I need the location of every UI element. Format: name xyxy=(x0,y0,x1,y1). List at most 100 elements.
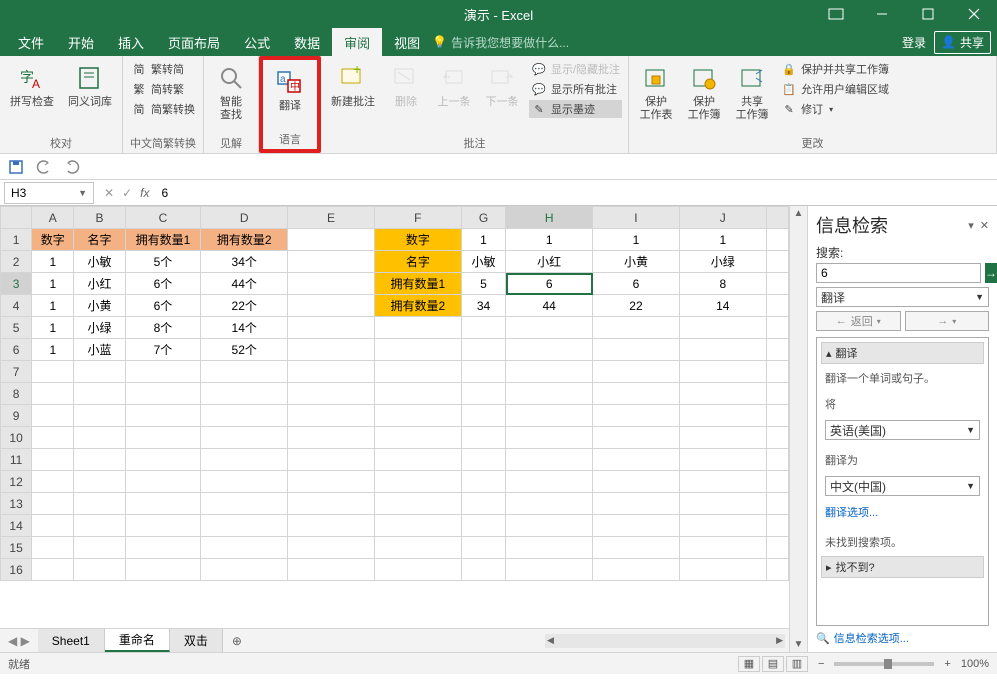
cell-G15[interactable] xyxy=(461,537,506,559)
ribbon-options-icon[interactable] xyxy=(813,0,859,28)
cell-J13[interactable] xyxy=(679,493,766,515)
cell-I3[interactable]: 6 xyxy=(593,273,680,295)
research-options-link[interactable]: 🔍信息检索选项... xyxy=(816,630,989,646)
cell-F1[interactable]: 数字 xyxy=(374,229,461,251)
cell-H11[interactable] xyxy=(506,449,593,471)
cell-H12[interactable] xyxy=(506,471,593,493)
row-header-13[interactable]: 13 xyxy=(1,493,32,515)
cell-F11[interactable] xyxy=(374,449,461,471)
cell-B12[interactable] xyxy=(74,471,125,493)
cell-A9[interactable] xyxy=(32,405,74,427)
cell-A10[interactable] xyxy=(32,427,74,449)
cell-H1[interactable]: 1 xyxy=(506,229,593,251)
cell-F8[interactable] xyxy=(374,383,461,405)
cell-J14[interactable] xyxy=(679,515,766,537)
cell-I4[interactable]: 22 xyxy=(593,295,680,317)
normal-view-button[interactable]: ▦ xyxy=(738,656,760,672)
chevron-down-icon[interactable]: ▼ xyxy=(78,188,87,198)
formula-input[interactable]: 6 xyxy=(155,186,997,200)
translate-options-link[interactable]: 翻译选项... xyxy=(821,504,984,520)
cell-B16[interactable] xyxy=(74,559,125,581)
cell-G1[interactable]: 1 xyxy=(461,229,506,251)
pane-menu-icon[interactable]: ▾ xyxy=(968,219,974,232)
cell-C7[interactable] xyxy=(125,361,201,383)
cell-D10[interactable] xyxy=(201,427,288,449)
row-header-15[interactable]: 15 xyxy=(1,537,32,559)
column-header-I[interactable]: I xyxy=(593,207,680,229)
cell-H8[interactable] xyxy=(506,383,593,405)
cell-G6[interactable] xyxy=(461,339,506,361)
cell-C13[interactable] xyxy=(125,493,201,515)
cell-I10[interactable] xyxy=(593,427,680,449)
translate-section-header[interactable]: ▴翻译 xyxy=(821,342,984,364)
cell-E10[interactable] xyxy=(288,427,375,449)
cell-A12[interactable] xyxy=(32,471,74,493)
cell-E15[interactable] xyxy=(288,537,375,559)
sheet-tab-1[interactable]: Sheet1 xyxy=(38,629,105,652)
cell-F15[interactable] xyxy=(374,537,461,559)
to-lang-select[interactable]: 中文(中国)▼ xyxy=(825,476,980,496)
cell-C14[interactable] xyxy=(125,515,201,537)
trad-to-simp-button[interactable]: 繁简转繁 xyxy=(129,80,197,98)
cell-A3[interactable]: 1 xyxy=(32,273,74,295)
row-header-8[interactable]: 8 xyxy=(1,383,32,405)
cell-F9[interactable] xyxy=(374,405,461,427)
tell-me[interactable]: 💡告诉我您想要做什么... xyxy=(432,34,569,51)
cancel-icon[interactable]: ✕ xyxy=(104,186,114,200)
cell-G2[interactable]: 小敏 xyxy=(461,251,506,273)
cell-J8[interactable] xyxy=(679,383,766,405)
allow-edit-button[interactable]: 📋允许用户编辑区域 xyxy=(779,80,891,98)
cell-E7[interactable] xyxy=(288,361,375,383)
cell-G9[interactable] xyxy=(461,405,506,427)
cell-J2[interactable]: 小绿 xyxy=(679,251,766,273)
protect-sheet-button[interactable]: 保护 工作表 xyxy=(635,60,677,124)
cell-C5[interactable]: 8个 xyxy=(125,317,201,339)
cell-D7[interactable] xyxy=(201,361,288,383)
column-header-F[interactable]: F xyxy=(374,207,461,229)
sheet-tab-3[interactable]: 双击 xyxy=(170,629,223,652)
cell-F13[interactable] xyxy=(374,493,461,515)
search-input[interactable] xyxy=(816,263,981,283)
row-header-14[interactable]: 14 xyxy=(1,515,32,537)
share-button[interactable]: 👤共享 xyxy=(934,31,991,54)
cell-C8[interactable] xyxy=(125,383,201,405)
protect-workbook-button[interactable]: 保护 工作簿 xyxy=(683,60,725,124)
forward-button[interactable]: →▾ xyxy=(905,311,990,331)
row-header-16[interactable]: 16 xyxy=(1,559,32,581)
tab-file[interactable]: 文件 xyxy=(6,28,56,56)
cell-J9[interactable] xyxy=(679,405,766,427)
cell-D1[interactable]: 拥有数量2 xyxy=(201,229,288,251)
cell-B15[interactable] xyxy=(74,537,125,559)
cell-H13[interactable] xyxy=(506,493,593,515)
cell-G10[interactable] xyxy=(461,427,506,449)
cell-B4[interactable]: 小黄 xyxy=(74,295,125,317)
cell-J10[interactable] xyxy=(679,427,766,449)
column-header-A[interactable]: A xyxy=(32,207,74,229)
row-header-10[interactable]: 10 xyxy=(1,427,32,449)
cell-G16[interactable] xyxy=(461,559,506,581)
cell-D12[interactable] xyxy=(201,471,288,493)
cell-J7[interactable] xyxy=(679,361,766,383)
cell-B6[interactable]: 小蓝 xyxy=(74,339,125,361)
cell-H6[interactable] xyxy=(506,339,593,361)
minimize-button[interactable] xyxy=(859,0,905,28)
cell-C2[interactable]: 5个 xyxy=(125,251,201,273)
cell-D11[interactable] xyxy=(201,449,288,471)
cell-F7[interactable] xyxy=(374,361,461,383)
cell-H15[interactable] xyxy=(506,537,593,559)
maximize-button[interactable] xyxy=(905,0,951,28)
cell-E11[interactable] xyxy=(288,449,375,471)
close-button[interactable] xyxy=(951,0,997,28)
cell-G11[interactable] xyxy=(461,449,506,471)
cell-E12[interactable] xyxy=(288,471,375,493)
cell-I16[interactable] xyxy=(593,559,680,581)
cell-I14[interactable] xyxy=(593,515,680,537)
sheet-nav[interactable]: ◀ ▶ xyxy=(0,634,38,648)
undo-button[interactable] xyxy=(36,159,52,175)
row-header-5[interactable]: 5 xyxy=(1,317,32,339)
cell-D16[interactable] xyxy=(201,559,288,581)
login-link[interactable]: 登录 xyxy=(902,34,926,51)
thesaurus-button[interactable]: 同义词库 xyxy=(64,60,116,111)
cell-B11[interactable] xyxy=(74,449,125,471)
cell-D5[interactable]: 14个 xyxy=(201,317,288,339)
